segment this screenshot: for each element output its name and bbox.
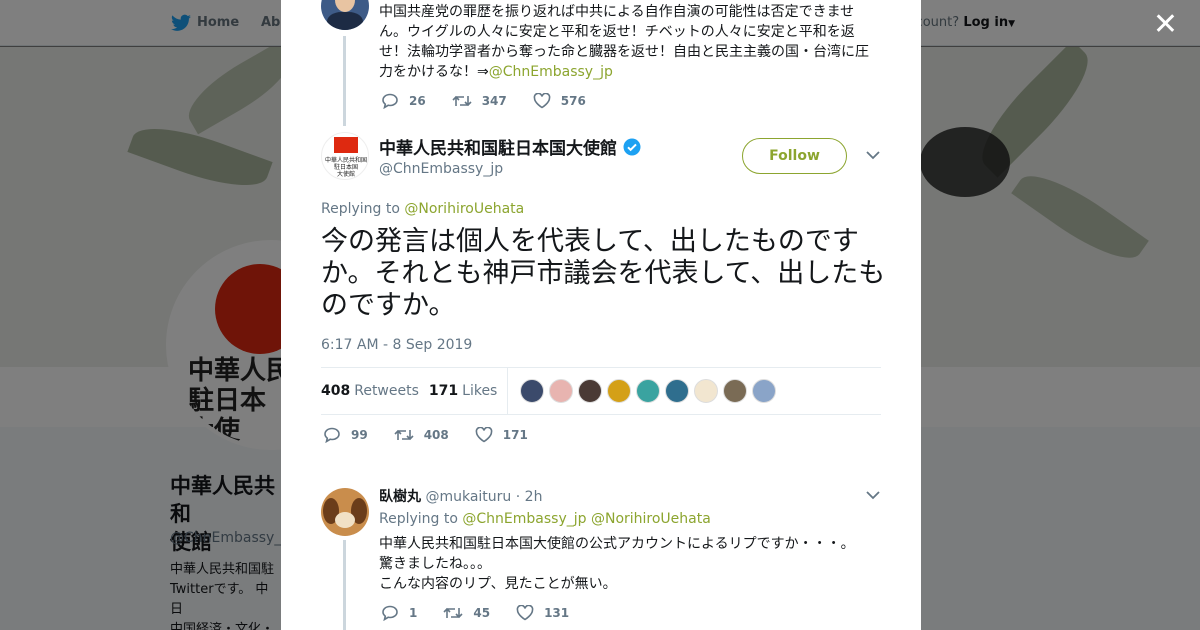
likes-stat-label: Likes [462, 383, 498, 399]
previous-tweet-avatar[interactable] [321, 0, 369, 30]
heart-icon [475, 427, 493, 443]
verified-badge-icon [623, 138, 641, 155]
liker-avatar[interactable] [723, 379, 748, 403]
replying-to: Replying to @NorihiroUehata [321, 201, 524, 217]
author-name: 中華人民共和国駐日本国大使館 [379, 139, 617, 159]
heart-icon [533, 93, 551, 109]
liker-avatar[interactable] [636, 379, 661, 403]
stats-divider [507, 368, 509, 414]
reply-author-handle[interactable]: @mukaituru [425, 489, 511, 505]
retweet-action[interactable]: 408 [394, 427, 449, 443]
liker-avatar[interactable] [694, 379, 719, 403]
reply-action[interactable]: 1 [381, 605, 417, 621]
tweet-stats: 408 Retweets 171 Likes [321, 367, 881, 415]
like-count: 576 [560, 94, 586, 108]
liker-avatar[interactable] [549, 379, 574, 403]
previous-tweet-actions: 26 347 576 [381, 93, 612, 109]
reply-count: 26 [409, 94, 426, 108]
liker-avatar[interactable] [752, 379, 777, 403]
heart-icon [516, 605, 534, 621]
retweet-action[interactable]: 45 [443, 605, 490, 621]
reply-replying-to: Replying to @ChnEmbassy_jp @NorihiroUeha… [379, 511, 711, 527]
chevron-down-icon[interactable] [866, 490, 880, 500]
reply-tweet-header: 臥樹丸 @mukaituru · 2h [379, 489, 543, 505]
main-tweet-text: 今の発言は個人を代表して、出したものですか。それとも神戸市議会を代表して、出した… [321, 226, 886, 321]
avatar-suit [327, 12, 363, 30]
chevron-down-icon[interactable] [866, 150, 880, 160]
retweet-action[interactable]: 347 [452, 93, 507, 109]
main-tweet-actions: 99 408 171 [323, 427, 554, 443]
retweet-icon [394, 429, 414, 441]
retweets-stat-label: Retweets [354, 383, 419, 399]
like-count: 171 [502, 428, 528, 442]
reply-icon [382, 605, 398, 621]
likes-stat-count: 171 [428, 383, 459, 399]
reply-author-name[interactable]: 臥樹丸 [379, 489, 421, 505]
author-handle[interactable]: @ChnEmbassy_jp [379, 161, 503, 177]
reply-tweet-avatar[interactable] [321, 488, 369, 536]
likes-stat[interactable]: 171 Likes [429, 383, 497, 399]
tweet-timestamp[interactable]: 6:17 AM - 8 Sep 2019 [321, 337, 472, 353]
liker-avatar[interactable] [665, 379, 690, 403]
reply-tweet-text: 中華人民共和国駐日本国大使館の公式アカウントによるリプですか・・・。 驚きました… [379, 534, 879, 594]
mention-link[interactable]: @ChnEmbassy_jp [489, 64, 613, 80]
thread-line [343, 540, 346, 630]
like-action[interactable]: 131 [516, 605, 569, 621]
retweet-count: 408 [423, 428, 449, 442]
retweet-count: 347 [481, 94, 507, 108]
like-action[interactable]: 171 [475, 427, 528, 443]
liker-avatar[interactable] [520, 379, 545, 403]
avatar-face [335, 0, 355, 12]
retweet-count: 45 [473, 606, 491, 620]
thread-line [343, 36, 346, 126]
liker-avatar[interactable] [607, 379, 632, 403]
reply-action[interactable]: 26 [381, 93, 426, 109]
like-count: 131 [544, 606, 570, 620]
replying-mention-link[interactable]: @NorihiroUehata [591, 511, 711, 527]
liker-avatars [520, 379, 781, 403]
reply-text-line: 驚きましたね。。。 [379, 556, 491, 572]
avatar-caption: 中華人民共和国 駐日本国 大使館 [325, 157, 368, 178]
reply-time[interactable]: 2h [525, 489, 543, 505]
reply-count: 99 [351, 428, 368, 442]
replying-prefix: Replying to [321, 201, 400, 217]
close-icon[interactable]: ✕ [1153, 10, 1178, 40]
retweet-icon [452, 95, 472, 107]
reply-action[interactable]: 99 [323, 427, 368, 443]
follow-button[interactable]: Follow [742, 138, 847, 174]
replying-mention-link[interactable]: @NorihiroUehata [404, 201, 524, 217]
tweet-modal: 中国共産党の罪歴を振り返れば中共による自作自演の可能性は否定できません。ウイグル… [281, 0, 921, 630]
reply-tweet-actions: 1 45 131 [381, 605, 595, 621]
reply-icon [324, 427, 340, 443]
replying-prefix: Replying to [379, 511, 458, 527]
dog-snout [335, 512, 355, 528]
china-flag-icon [334, 137, 358, 153]
main-tweet-author[interactable]: 中華人民共和国駐日本国大使館 [379, 134, 641, 159]
replying-mention-link[interactable]: @ChnEmbassy_jp [462, 511, 586, 527]
liker-avatar[interactable] [578, 379, 603, 403]
previous-tweet-text: 中国共産党の罪歴を振り返れば中共による自作自演の可能性は否定できません。ウイグル… [379, 2, 879, 82]
reply-count: 1 [409, 606, 418, 620]
retweets-stat[interactable]: 408 Retweets [321, 383, 419, 399]
like-action[interactable]: 576 [533, 93, 586, 109]
reply-icon [382, 93, 398, 109]
reply-text-line: こんな内容のリプ、見たことが無い。 [379, 576, 617, 592]
retweets-stat-count: 408 [321, 383, 351, 399]
previous-tweet-body: 中国共産党の罪歴を振り返れば中共による自作自演の可能性は否定できません。ウイグル… [379, 4, 869, 80]
main-tweet-avatar[interactable]: 中華人民共和国 駐日本国 大使館 [321, 132, 369, 180]
reply-text-line: 中華人民共和国駐日本国大使館の公式アカウントによるリプですか・・・。 [379, 536, 855, 552]
retweet-icon [443, 607, 463, 619]
